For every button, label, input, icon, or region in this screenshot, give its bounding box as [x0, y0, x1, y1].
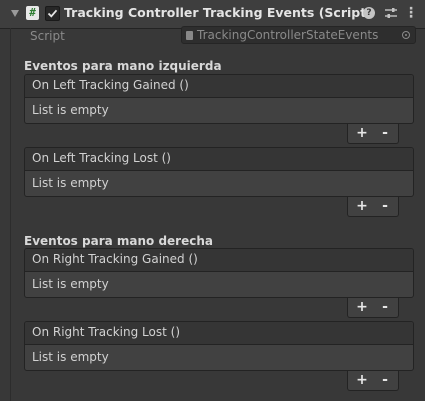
empty-list-text: List is empty [32, 176, 109, 190]
event-box-left-lost: On Left Tracking Lost () List is empty [24, 147, 414, 197]
event-box-right-gained: On Right Tracking Gained () List is empt… [24, 248, 414, 298]
list-footer-buttons: + - [347, 298, 399, 318]
help-icon[interactable]: ? [363, 7, 375, 19]
script-label: Script [30, 29, 65, 43]
script-field-value: TrackingControllerStateEvents [197, 28, 379, 42]
checkmark-icon [47, 9, 58, 18]
event-name: On Left Tracking Gained () [32, 78, 189, 92]
cs-script-file-icon [186, 31, 193, 40]
list-footer-buttons: + - [347, 371, 399, 391]
event-header: On Right Tracking Gained () [25, 249, 413, 272]
add-event-button[interactable]: + [351, 298, 373, 316]
event-header: On Right Tracking Lost () [25, 322, 413, 345]
add-event-button[interactable]: + [351, 197, 373, 215]
more-menu-icon[interactable]: ⋮ [404, 5, 418, 21]
remove-event-button[interactable]: - [374, 371, 396, 389]
empty-list-text: List is empty [32, 277, 109, 291]
remove-event-button[interactable]: - [374, 124, 396, 142]
list-footer-buttons: + - [347, 197, 399, 217]
event-box-left-gained: On Left Tracking Gained () List is empty [24, 74, 414, 124]
foldout-arrow-icon[interactable] [11, 10, 19, 17]
empty-list-text: List is empty [32, 103, 109, 117]
enable-checkbox[interactable] [45, 6, 60, 21]
indent-guide [10, 28, 11, 401]
empty-list-text: List is empty [32, 350, 109, 364]
section-title-right: Eventos para mano derecha [24, 234, 213, 248]
event-name: On Right Tracking Gained () [32, 252, 198, 266]
component-title: Tracking Controller Tracking Events (Scr… [64, 5, 372, 20]
remove-event-button[interactable]: - [374, 197, 396, 215]
script-icon: # [26, 6, 39, 20]
event-header: On Left Tracking Gained () [25, 75, 413, 98]
list-footer-buttons: + - [347, 124, 399, 144]
event-name: On Left Tracking Lost () [32, 151, 171, 165]
add-event-button[interactable]: + [351, 371, 373, 389]
component-header[interactable]: # Tracking Controller Tracking Events (S… [0, 0, 425, 29]
inspector-component-panel: # Tracking Controller Tracking Events (S… [0, 0, 425, 401]
presets-icon[interactable] [383, 5, 399, 21]
add-event-button[interactable]: + [351, 124, 373, 142]
object-picker-icon[interactable] [402, 31, 410, 39]
event-box-right-lost: On Right Tracking Lost () List is empty [24, 321, 414, 371]
remove-event-button[interactable]: - [374, 298, 396, 316]
event-name: On Right Tracking Lost () [32, 325, 181, 339]
section-title-left: Eventos para mano izquierda [24, 59, 222, 73]
event-header: On Left Tracking Lost () [25, 148, 413, 171]
script-object-field[interactable]: TrackingControllerStateEvents [181, 26, 416, 44]
